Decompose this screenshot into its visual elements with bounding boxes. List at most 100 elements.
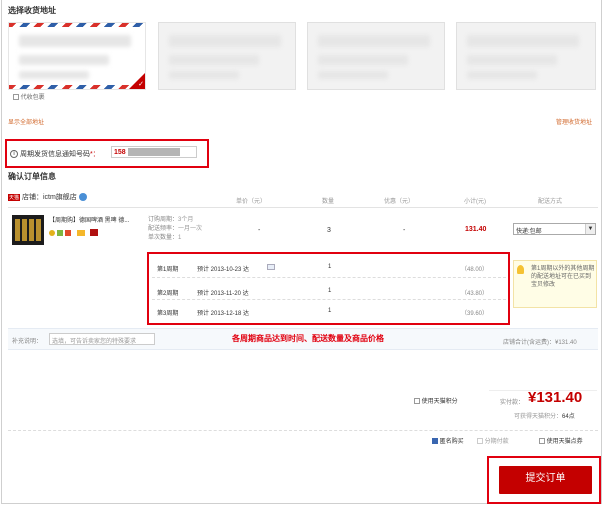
tmall-coupon-option[interactable]: 使用天猫点券 bbox=[539, 436, 583, 445]
options-divider bbox=[8, 430, 598, 431]
address-card[interactable] bbox=[456, 22, 596, 90]
header-quantity: 数量 bbox=[322, 199, 335, 205]
service-icon bbox=[56, 229, 63, 236]
address-blurred bbox=[467, 55, 557, 65]
proxy-receive-checkbox[interactable] bbox=[13, 94, 19, 101]
chat-icon[interactable] bbox=[78, 193, 87, 202]
airmail-border-top bbox=[9, 23, 145, 27]
cycle-label: 第1周期 bbox=[157, 267, 179, 273]
chevron-down-icon[interactable]: ▼ bbox=[585, 224, 595, 234]
payment-label: 实付款： bbox=[500, 400, 525, 406]
cycle-row: 第1周期 bbox=[157, 264, 178, 273]
cycle-eta: 预计 2013-11-20 达 bbox=[197, 291, 249, 297]
shipping-selected: 快递:包邮 bbox=[516, 229, 542, 235]
points-row: 可获得天猫积分：64点 bbox=[514, 411, 575, 420]
notify-phone-input[interactable]: 158 bbox=[111, 146, 197, 158]
calendar-icon[interactable] bbox=[267, 264, 275, 270]
qty-value: 1 bbox=[178, 235, 182, 241]
remark-label: 补充说明： bbox=[12, 339, 43, 345]
address-blurred bbox=[19, 55, 109, 65]
cycle-badge-icon bbox=[89, 229, 98, 236]
unit-price: - bbox=[258, 227, 261, 234]
period-value: 3个月 bbox=[178, 217, 194, 223]
tmall-badge-icon: 天猫 bbox=[8, 193, 21, 201]
payment-amount: ¥131.40 bbox=[528, 389, 583, 406]
address-section-title: 选择收货地址 bbox=[8, 6, 56, 15]
cycle-eta: 预计 2013-12-18 达 bbox=[197, 311, 250, 317]
service-icons bbox=[49, 229, 98, 236]
service-icon bbox=[64, 229, 71, 236]
tmall-points-checkbox[interactable] bbox=[414, 398, 420, 405]
remark-placeholder: 选填，可告诉卖家您的特殊要求 bbox=[52, 339, 137, 345]
address-blurred bbox=[19, 71, 89, 79]
card-icon bbox=[76, 229, 85, 236]
tmall-coupon-label: 使用天猫点券 bbox=[546, 439, 583, 445]
check-icon: ✓ bbox=[138, 81, 144, 88]
store-total: 店铺合计(含运费)：¥131.40 bbox=[503, 340, 577, 346]
product-thumbnail[interactable] bbox=[12, 215, 44, 245]
airmail-border-bottom bbox=[9, 85, 145, 89]
required-mark: *： bbox=[89, 151, 100, 158]
cycle-qty: 1 bbox=[328, 308, 332, 314]
store-row: 天猫 店铺：ictm旗舰店 bbox=[8, 192, 87, 202]
show-all-addresses-link[interactable]: 显示全部地址 bbox=[8, 117, 44, 126]
shipping-select[interactable]: 快递:包邮 ▼ bbox=[513, 223, 596, 235]
cycle-note-text: 第1周期以外的其他周期的配送地址可在已买到宝贝修改 bbox=[531, 266, 595, 288]
info-icon: i bbox=[10, 150, 18, 159]
tmall-points-label: 使用天猫积分 bbox=[421, 399, 458, 405]
manage-addresses-link[interactable]: 管理收货地址 bbox=[556, 117, 592, 126]
address-blurred bbox=[169, 55, 259, 65]
subtotal: 131.40 bbox=[465, 226, 487, 233]
cycle-eta: 预计 2013-10-23 达 bbox=[197, 267, 250, 273]
header-discount: 优惠（元） bbox=[384, 199, 415, 205]
cycle-divider bbox=[152, 299, 506, 300]
service-icon bbox=[49, 229, 55, 236]
points-label: 可获得天猫积分： bbox=[514, 414, 563, 420]
address-card[interactable] bbox=[158, 22, 296, 90]
tmall-points-option[interactable]: 使用天猫积分 bbox=[414, 396, 458, 405]
anonymous-checkbox[interactable] bbox=[432, 438, 438, 445]
submit-order-button[interactable]: 提交订单 bbox=[499, 466, 592, 494]
product-attributes: 订购周期：3个月 配送频率：一月一次 单次数量：1 bbox=[148, 216, 202, 243]
quantity: 3 bbox=[327, 227, 331, 234]
address-card-selected[interactable]: ✓ bbox=[8, 22, 146, 90]
store-prefix: 店铺： bbox=[21, 194, 43, 201]
cycle-divider bbox=[152, 277, 506, 278]
address-blurred bbox=[169, 35, 281, 47]
annotation-text: 各周期商品达到时间、配送数量及商品价格 bbox=[232, 334, 384, 343]
product-name-link[interactable]: 【周期购】德国啤酒 黑啤 德... bbox=[49, 215, 129, 224]
tmall-coupon-checkbox[interactable] bbox=[539, 438, 545, 445]
cycle-price: （39.60） bbox=[461, 311, 489, 317]
anonymous-label: 匿名购买 bbox=[439, 439, 464, 445]
address-blurred bbox=[169, 71, 239, 79]
address-blurred bbox=[467, 71, 537, 79]
phone-redacted bbox=[128, 148, 180, 156]
store-name-link[interactable]: ictm旗舰店 bbox=[43, 194, 77, 201]
notify-phone-value: 158 bbox=[114, 149, 126, 156]
address-card[interactable] bbox=[307, 22, 445, 90]
freq-value: 一月一次 bbox=[178, 226, 203, 232]
proxy-receive-option[interactable]: 代收包裹 bbox=[13, 92, 45, 101]
cycle-qty: 1 bbox=[328, 264, 332, 270]
installment-checkbox[interactable] bbox=[477, 438, 483, 445]
lightbulb-icon bbox=[517, 265, 524, 274]
installment-option[interactable]: 分期付款 bbox=[477, 436, 509, 445]
header-shipping: 配送方式 bbox=[538, 199, 563, 205]
cycle-price: （48.00） bbox=[461, 267, 489, 273]
installment-label: 分期付款 bbox=[484, 439, 509, 445]
notify-phone-row: i 周期发货信息通知号码*： bbox=[10, 149, 100, 159]
freq-label: 配送频率： bbox=[148, 226, 179, 232]
cycle-qty: 1 bbox=[328, 288, 332, 294]
order-section-title: 确认订单信息 bbox=[8, 172, 56, 181]
address-blurred bbox=[467, 35, 579, 47]
remark-input[interactable]: 选填，可告诉卖家您的特殊要求 bbox=[49, 333, 155, 345]
anonymous-option[interactable]: 匿名购买 bbox=[432, 436, 464, 445]
address-blurred bbox=[318, 71, 388, 79]
period-label: 订购周期： bbox=[148, 217, 179, 223]
header-unit-price: 单价（元） bbox=[236, 199, 267, 205]
table-header-divider bbox=[8, 207, 598, 208]
address-blurred bbox=[318, 35, 430, 47]
cycle-label: 第2周期 bbox=[157, 291, 179, 297]
discount: - bbox=[403, 227, 406, 234]
address-blurred bbox=[19, 35, 131, 47]
